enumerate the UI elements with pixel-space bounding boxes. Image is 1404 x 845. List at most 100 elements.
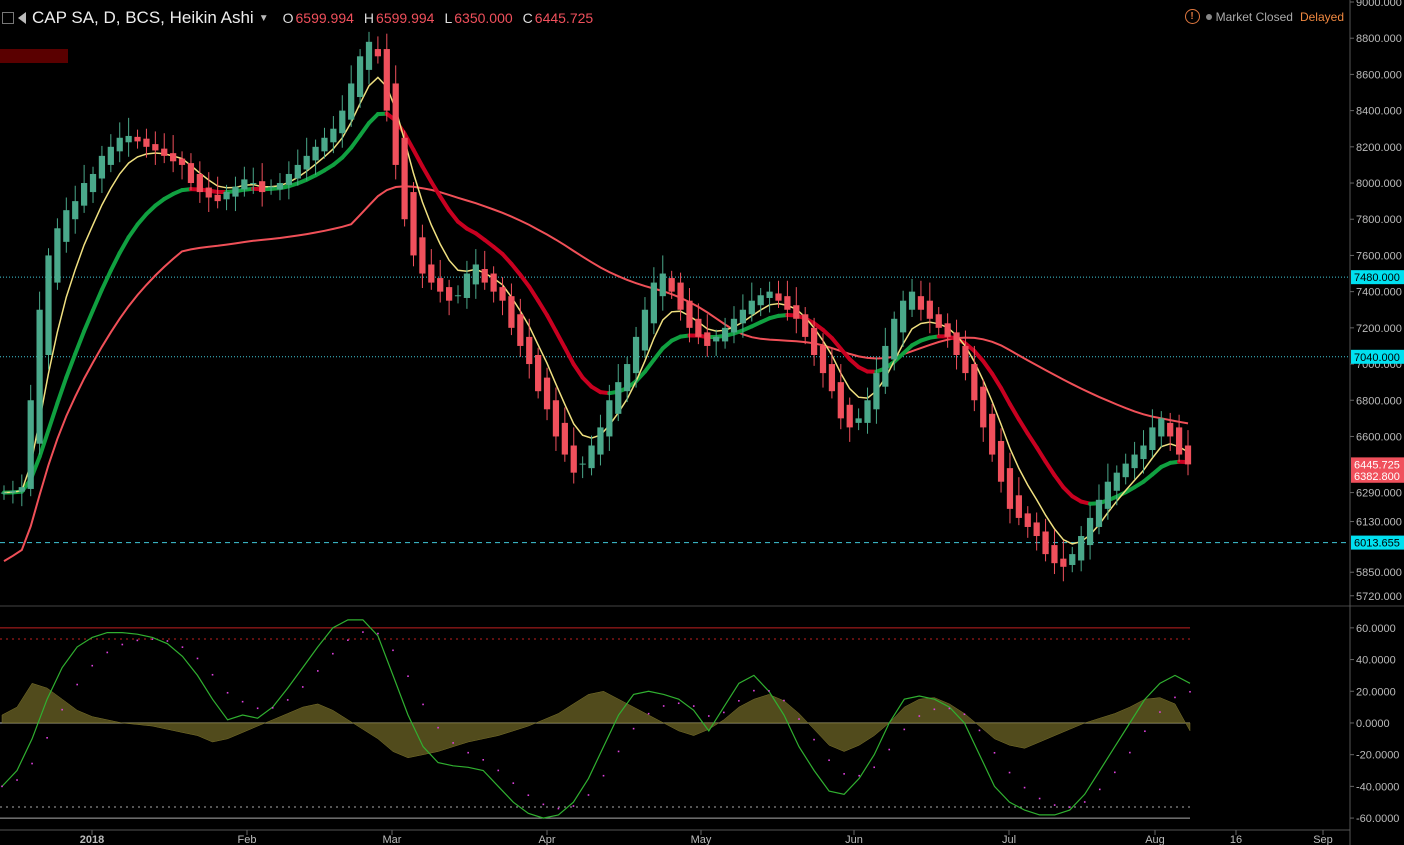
mid-moving-average-segment	[527, 284, 541, 303]
candle-body	[178, 158, 186, 165]
price-marker-label: 6013.655	[1354, 538, 1400, 550]
candle-body	[819, 345, 827, 374]
candle-body	[1113, 472, 1120, 491]
signal-dot	[347, 639, 349, 641]
price-axis-label: 7200.000	[1356, 323, 1402, 335]
candle-body	[9, 490, 17, 493]
mid-moving-average-segment	[651, 346, 665, 362]
trading-chart[interactable]: 9000.000 8800.000 8600.000 8400.000 8200.000…	[0, 0, 1404, 845]
candle-body	[668, 278, 675, 292]
time-axis-label: Aug	[1145, 834, 1165, 845]
candle-body	[72, 201, 79, 220]
candle-body	[962, 345, 969, 374]
mid-moving-average-segment	[1007, 402, 1021, 422]
candle-body	[570, 445, 577, 473]
signal-dot	[16, 779, 18, 781]
signal-dot	[181, 646, 184, 648]
signal-dot	[316, 670, 319, 672]
mid-moving-average-segment	[553, 329, 567, 350]
mid-moving-average-segment	[420, 164, 434, 184]
candle-body	[1095, 499, 1103, 527]
candle-body	[721, 327, 729, 342]
candle-body	[419, 237, 426, 274]
signal-dot	[1144, 730, 1146, 733]
warning-circle-icon[interactable]: !	[1184, 9, 1200, 24]
mid-moving-average-segment	[358, 121, 371, 138]
signal-dot	[948, 707, 951, 710]
oscillator-histogram-area	[1, 683, 1191, 759]
close-label: C	[522, 10, 533, 26]
candle-body	[125, 135, 132, 143]
candle-body	[463, 273, 471, 298]
chevron-down-icon[interactable]: ▼	[259, 13, 269, 24]
signal-dot	[723, 711, 725, 714]
candle-body	[356, 56, 364, 98]
mid-moving-average-segment	[447, 208, 461, 224]
signal-dot	[1038, 797, 1041, 800]
candle-body	[499, 287, 506, 301]
candle-body	[891, 318, 898, 360]
candlesticks	[0, 31, 1192, 582]
candle-body	[864, 400, 871, 423]
candle-body	[0, 492, 8, 494]
candle-body	[695, 318, 702, 337]
time-axis-label: Jun	[845, 834, 863, 845]
flag-icon[interactable]	[18, 12, 26, 24]
candle-body	[232, 186, 239, 197]
signal-dot	[392, 649, 394, 652]
candle-body	[81, 183, 88, 206]
candle-body	[187, 163, 195, 184]
candle-body	[410, 192, 417, 256]
candle-body	[285, 173, 292, 185]
candle-body	[330, 128, 337, 143]
price-axis-label: 6130.000	[1356, 517, 1402, 529]
symbol-title[interactable]: CAP SA, D, BCS, Heikin Ashi	[32, 8, 254, 28]
signal-dot	[46, 737, 48, 739]
candle-body	[641, 309, 649, 351]
oscillator-axis-label: 0.0000	[1356, 718, 1390, 730]
mid-moving-average-segment	[55, 375, 69, 406]
candle-body	[374, 49, 382, 57]
candle-body	[713, 336, 720, 342]
oscillator-axis-label: -40.0000	[1356, 781, 1399, 793]
status-dot	[1205, 13, 1212, 20]
price-axis-label: 6800.000	[1356, 395, 1402, 407]
signal-dot	[617, 750, 620, 753]
oscillator-axis-label: 60.0000	[1356, 623, 1396, 635]
signal-dot	[963, 713, 966, 716]
candle-body	[348, 83, 355, 120]
candle-body	[27, 400, 34, 489]
signal-dot	[256, 707, 259, 710]
signal-dot	[467, 751, 469, 754]
oscillator-axis-label: -20.0000	[1356, 750, 1399, 762]
candle-body	[437, 278, 444, 292]
candle-body	[624, 364, 631, 392]
candle-body	[588, 445, 595, 469]
candle-body	[855, 418, 862, 423]
time-axis-label: Feb	[238, 834, 257, 845]
candle-body	[98, 155, 106, 179]
expand-icon[interactable]	[2, 12, 14, 24]
candle-body	[321, 137, 328, 152]
candle-body	[704, 332, 711, 346]
price-axis-label: 8600.000	[1356, 69, 1402, 81]
candle-body	[730, 318, 738, 333]
candle-body	[89, 173, 97, 193]
signal-dot	[1189, 690, 1191, 693]
price-axis-label: 8000.000	[1356, 178, 1402, 190]
price-axis-label: 7800.000	[1356, 214, 1402, 226]
candle-body	[1104, 481, 1111, 509]
candle-body	[908, 291, 916, 310]
mid-moving-average-segment	[429, 179, 443, 199]
signal-dot	[798, 718, 800, 720]
candle-body	[1175, 427, 1183, 455]
candle-body	[980, 386, 987, 428]
signal-dot	[211, 673, 214, 676]
candle-body	[312, 146, 319, 161]
high-value: 6599.994	[376, 10, 435, 26]
signal-dot	[332, 652, 334, 655]
mid-moving-average-segment	[562, 345, 576, 367]
signal-dot	[226, 691, 229, 694]
candle-body	[757, 295, 764, 306]
candle-body	[917, 296, 925, 310]
